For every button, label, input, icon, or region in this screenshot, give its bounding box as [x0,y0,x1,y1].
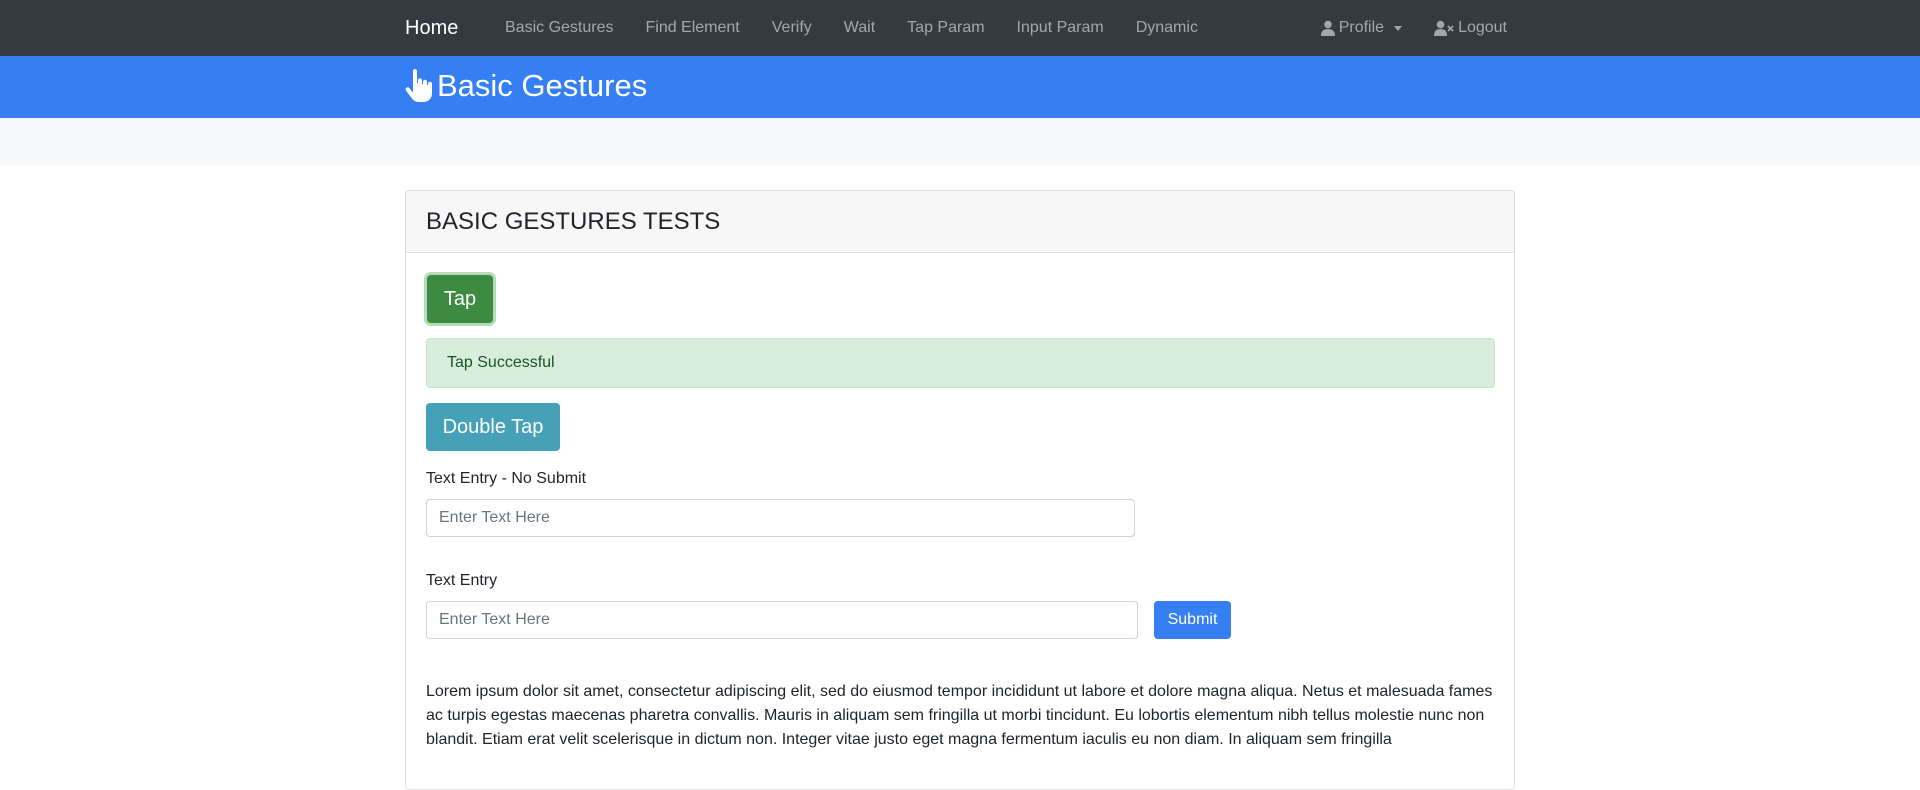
nav-home-link[interactable]: Home [405,15,458,41]
top-navbar: Home Basic Gestures Find Element Verify … [0,0,1920,56]
nav-link-tap-param[interactable]: Tap Param [891,0,1000,56]
page-header: Basic Gestures [0,56,1920,118]
user-times-icon [1434,20,1454,36]
submit-button[interactable]: Submit [1154,601,1231,639]
nav-link-dynamic[interactable]: Dynamic [1120,0,1214,56]
nav-link-verify[interactable]: Verify [756,0,828,56]
text-entry-input[interactable] [426,601,1138,639]
profile-label: Profile [1338,19,1385,36]
page-title: Basic Gestures [405,66,647,106]
double-tap-button[interactable]: Double Tap [426,403,560,451]
user-icon [1320,20,1335,36]
nav-link-wait[interactable]: Wait [828,0,891,56]
caret-down-icon [1394,25,1403,31]
text-entry-no-submit-label: Text Entry - No Submit [426,470,587,487]
hand-pointer-icon [405,69,433,103]
navbar-container: Home Basic Gestures Find Element Verify … [405,0,1515,56]
nav-right: Profile Logout [1305,0,1515,56]
card-title: BASIC GESTURES TESTS [406,191,1514,253]
text-entry-no-submit-input[interactable] [426,499,1135,537]
basic-gestures-card: BASIC GESTURES TESTS Tap Tap Successful … [405,190,1515,790]
logout-link[interactable]: Logout [1418,0,1515,56]
text-entry-label: Text Entry [426,572,498,589]
logout-label: Logout [1458,19,1507,36]
profile-dropdown[interactable]: Profile [1305,0,1418,56]
tap-button[interactable]: Tap [427,275,493,323]
lorem-paragraph: Lorem ipsum dolor sit amet, consectetur … [426,683,1493,748]
subheader-band [0,118,1920,165]
nav-link-input-param[interactable]: Input Param [1001,0,1120,56]
tap-success-alert: Tap Successful [426,338,1495,388]
nav-links: Basic Gestures Find Element Verify Wait … [489,0,1214,56]
nav-link-find-element[interactable]: Find Element [629,0,755,56]
page-title-text: Basic Gestures [437,68,648,103]
nav-link-basic-gestures[interactable]: Basic Gestures [489,0,629,56]
